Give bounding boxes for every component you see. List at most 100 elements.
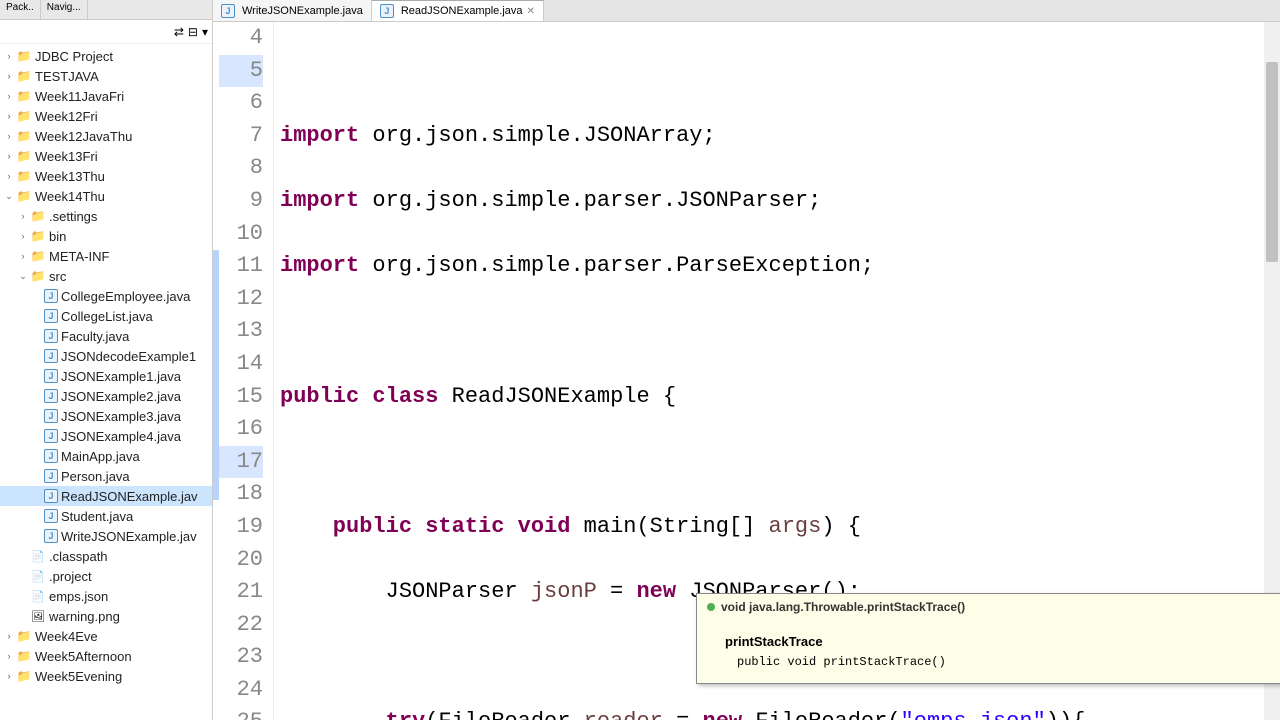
line-number: 18 [219,478,263,511]
java-file-icon [44,309,58,323]
file-icon [30,588,46,604]
editor-tabs: WriteJSONExample.java ReadJSONExample.ja… [213,0,1280,22]
tooltip-method-name: printStackTrace [725,634,1280,649]
tree-node-week12fri[interactable]: ›Week12Fri [0,106,212,126]
tree-file-project[interactable]: .project [0,566,212,586]
line-number: 20 [219,544,263,577]
tree-node-testjava[interactable]: ›TESTJAVA [0,66,212,86]
tree-file[interactable]: JSONExample4.java [0,426,212,446]
folder-icon [16,128,32,144]
folder-icon [16,188,32,204]
java-file-icon [44,489,58,503]
line-number: 13 [219,315,263,348]
tree-node-bin[interactable]: ›bin [0,226,212,246]
tab-navigator[interactable]: Navig... [41,0,88,19]
tree-node-week14thu[interactable]: ⌄Week14Thu [0,186,212,206]
line-number: 14 [219,348,263,381]
line-number: 25 [219,706,263,720]
project-explorer-sidebar[interactable]: Pack.. Navig... ⇄ ⊟ ▾ ›JDBC Project ›TES… [0,0,213,720]
tree-node-jdbc[interactable]: ›JDBC Project [0,46,212,66]
tooltip-signature-text: void java.lang.Throwable.printStackTrace… [721,600,965,614]
java-file-icon [44,289,58,303]
tree-node-week11[interactable]: ›Week11JavaFri [0,86,212,106]
tree-node-week13fri[interactable]: ›Week13Fri [0,146,212,166]
tree-file[interactable]: JSONExample2.java [0,386,212,406]
line-number: 5 [219,55,263,88]
folder-icon [16,168,32,184]
project-tree[interactable]: ›JDBC Project ›TESTJAVA ›Week11JavaFri ›… [0,44,212,688]
line-number: 4 [219,22,263,55]
folder-icon [16,648,32,664]
tree-node-week5evening[interactable]: ›Week5Evening [0,666,212,686]
tree-file-emps[interactable]: emps.json [0,586,212,606]
tree-node-settings[interactable]: ›.settings [0,206,212,226]
file-icon [30,568,46,584]
image-file-icon [30,608,46,624]
editor-tab-writejson[interactable]: WriteJSONExample.java [213,0,372,21]
line-number: 23 [219,641,263,674]
tree-file[interactable]: Student.java [0,506,212,526]
close-icon[interactable]: ✕ [527,6,535,17]
sidebar-toolbar: ⇄ ⊟ ▾ [0,20,212,44]
line-number-gutter: 4 5 6 7 8 9 10 11 12 13 14 15 16 17 18 1… [219,22,274,720]
folder-icon [30,268,46,284]
tree-node-src[interactable]: ⌄src [0,266,212,286]
tree-file-readjson[interactable]: ReadJSONExample.jav [0,486,212,506]
java-file-icon [44,429,58,443]
line-number: 22 [219,609,263,642]
tree-file[interactable]: JSONExample1.java [0,366,212,386]
line-number: 12 [219,283,263,316]
scrollbar-thumb[interactable] [1266,62,1278,262]
java-file-icon [44,329,58,343]
line-number: 19 [219,511,263,544]
java-file-icon [44,509,58,523]
line-number: 16 [219,413,263,446]
folder-icon [30,228,46,244]
folder-icon [16,148,32,164]
line-number: 15 [219,381,263,414]
tree-file-warning[interactable]: warning.png [0,606,212,626]
tree-node-week5afternoon[interactable]: ›Week5Afternoon [0,646,212,666]
tree-file[interactable]: CollegeEmployee.java [0,286,212,306]
java-file-icon [380,4,394,18]
folder-icon [16,108,32,124]
tree-file[interactable]: Faculty.java [0,326,212,346]
file-icon [30,548,46,564]
tree-file[interactable]: CollegeList.java [0,306,212,326]
tab-package[interactable]: Pack.. [0,0,41,19]
folder-icon [16,628,32,644]
line-number: 6 [219,87,263,120]
sidebar-view-tabs: Pack.. Navig... [0,0,212,20]
tree-file[interactable]: Person.java [0,466,212,486]
line-number: 9 [219,185,263,218]
tree-file[interactable]: JSONExample3.java [0,406,212,426]
view-menu-icon[interactable]: ▾ [202,25,208,39]
java-file-icon [44,449,58,463]
tree-file[interactable]: WriteJSONExample.jav [0,526,212,546]
tree-file[interactable]: MainApp.java [0,446,212,466]
link-with-editor-icon[interactable]: ⇄ [174,25,184,39]
folder-icon [16,668,32,684]
method-icon [707,603,715,611]
tree-file-classpath[interactable]: .classpath [0,546,212,566]
java-file-icon [44,389,58,403]
line-number: 24 [219,674,263,707]
folder-icon [16,88,32,104]
folder-icon [16,48,32,64]
tree-node-meta-inf[interactable]: ›META-INF [0,246,212,266]
tooltip-method-signature: public void printStackTrace() [737,655,1280,669]
collapse-all-icon[interactable]: ⊟ [188,25,198,39]
java-file-icon [221,4,235,18]
tree-file[interactable]: JSONdecodeExample1 [0,346,212,366]
folder-icon [30,208,46,224]
java-file-icon [44,349,58,363]
java-file-icon [44,469,58,483]
tree-node-week4eve[interactable]: ›Week4Eve [0,626,212,646]
tooltip-signature-header: void java.lang.Throwable.printStackTrace… [707,600,1280,614]
tree-node-week12javathu[interactable]: ›Week12JavaThu [0,126,212,146]
editor-tab-label: WriteJSONExample.java [242,5,363,17]
tree-node-week13thu[interactable]: ›Week13Thu [0,166,212,186]
editor-tab-readjson[interactable]: ReadJSONExample.java ✕ [372,0,544,21]
line-number: 21 [219,576,263,609]
folder-icon [16,68,32,84]
